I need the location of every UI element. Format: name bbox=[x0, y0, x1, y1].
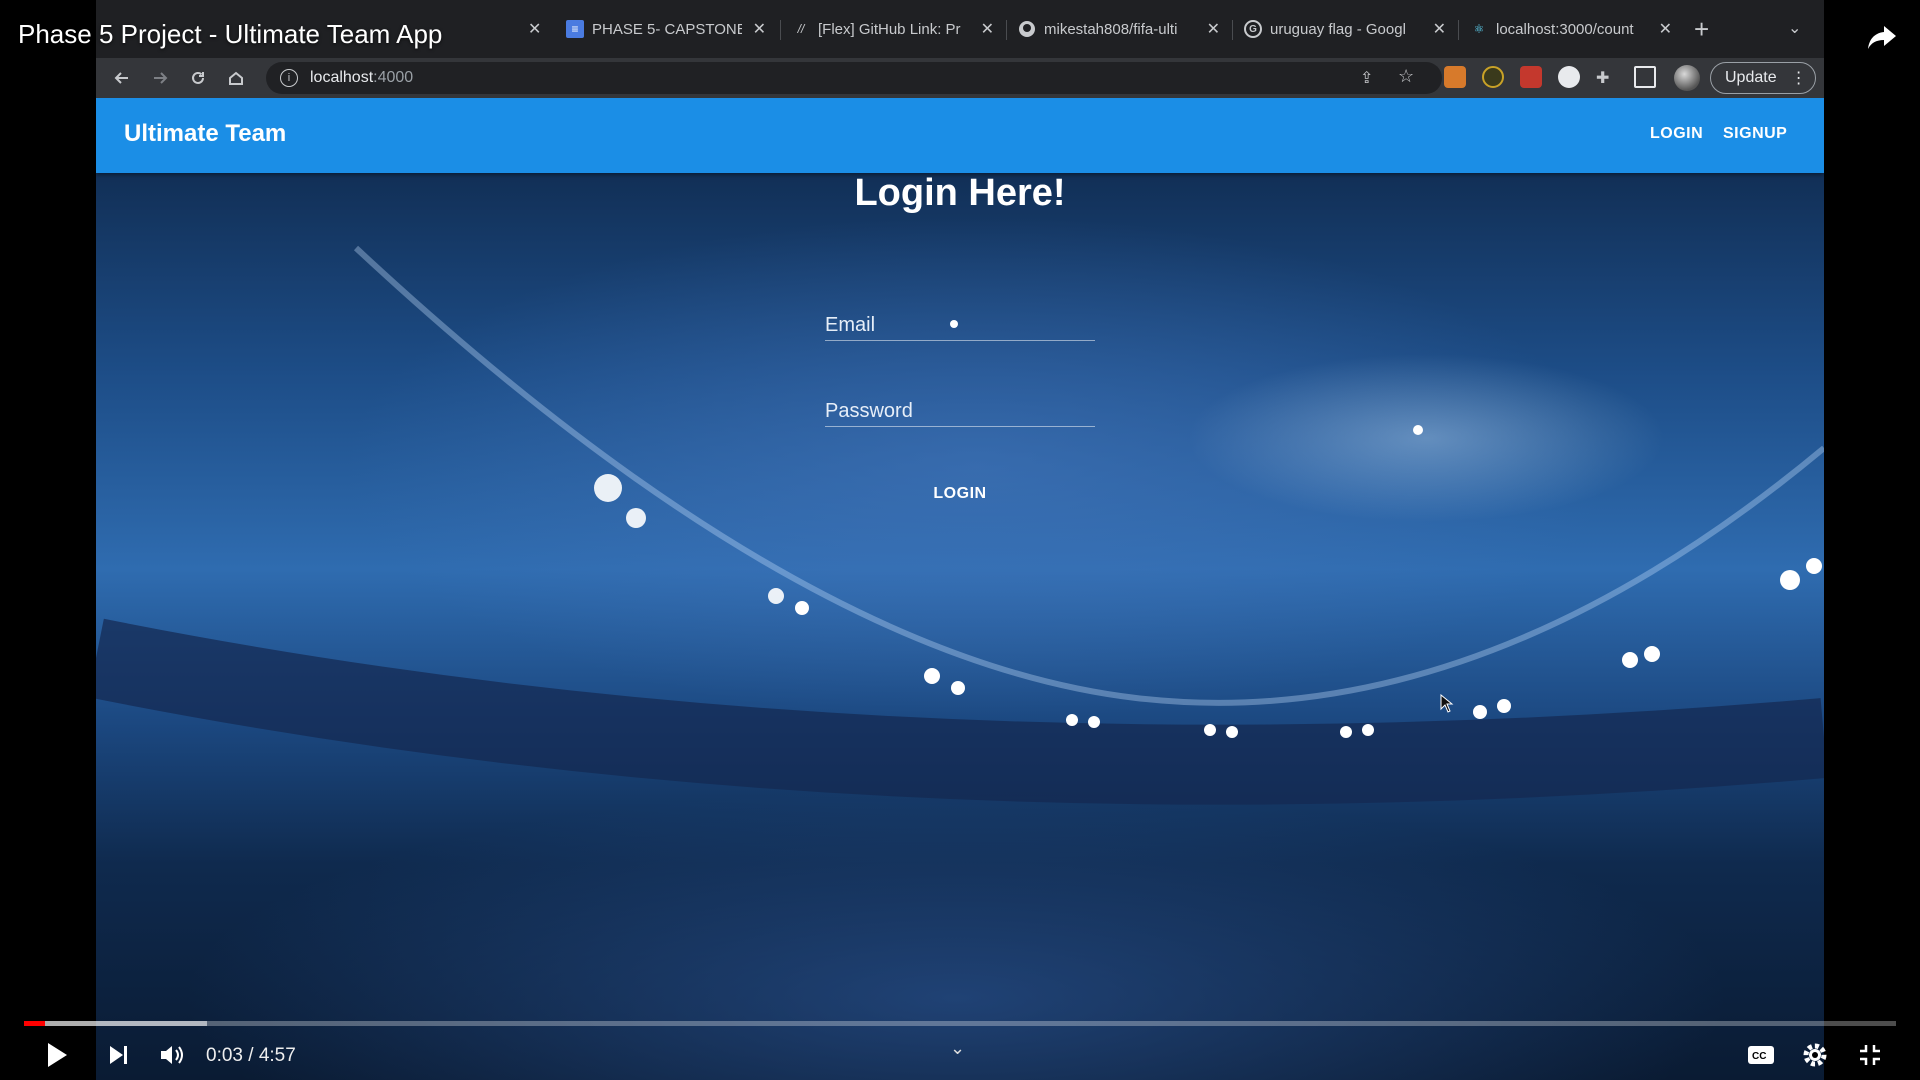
tab-localhost[interactable]: ⚛ localhost:3000/count ✕ bbox=[1460, 12, 1682, 46]
reload-icon[interactable] bbox=[184, 64, 212, 92]
next-video-icon[interactable] bbox=[104, 1040, 134, 1070]
tab-google[interactable]: G uruguay flag - Googl ✕ bbox=[1234, 12, 1456, 46]
progress-bar[interactable] bbox=[24, 1021, 1896, 1026]
puzzle-extensions-icon[interactable]: ✚ bbox=[1596, 68, 1609, 88]
close-icon[interactable]: ✕ bbox=[1207, 19, 1220, 39]
close-icon[interactable]: ✕ bbox=[528, 19, 541, 39]
tab-title: [Flex] GitHub Link: Pr bbox=[818, 20, 961, 38]
progress-buffered bbox=[24, 1021, 207, 1026]
tab-search-chevron-icon[interactable]: ⌄ bbox=[1788, 18, 1801, 38]
browser-toolbar: i localhost:4000 ⇪ ☆ ✚ Update ⋮ bbox=[96, 58, 1824, 98]
tab-flex[interactable]: // [Flex] GitHub Link: Pr ✕ bbox=[782, 12, 1004, 46]
player-controls: 0:03 / 4:57 ⌄ CC bbox=[0, 1030, 1920, 1080]
address-bar[interactable]: i localhost:4000 bbox=[266, 62, 1442, 94]
side-panel-icon[interactable] bbox=[1634, 66, 1656, 88]
mouse-cursor-icon bbox=[1440, 694, 1454, 713]
app-bar: Ultimate Team LOGIN SIGNUP bbox=[96, 98, 1824, 173]
forward-arrow-icon[interactable] bbox=[146, 64, 174, 92]
new-tab-plus-icon[interactable]: + bbox=[1694, 16, 1709, 42]
share-page-icon[interactable]: ⇪ bbox=[1360, 68, 1373, 88]
url-host: localhost bbox=[310, 69, 374, 86]
time-display: 0:03 / 4:57 bbox=[206, 1045, 296, 1067]
tab-phase5[interactable]: ≡ PHASE 5- CAPSTONE ✕ bbox=[556, 12, 776, 46]
profile-avatar[interactable] bbox=[1674, 65, 1700, 91]
tab-title: PHASE 5- CAPSTONE bbox=[592, 20, 742, 38]
current-time: 0:03 bbox=[206, 1045, 243, 1066]
nav-login-link[interactable]: LOGIN bbox=[1650, 125, 1703, 143]
web-app: Ultimate Team LOGIN SIGNUP Login Here! L… bbox=[96, 98, 1824, 1080]
password-field[interactable] bbox=[825, 376, 1095, 426]
app-brand[interactable]: Ultimate Team bbox=[124, 120, 286, 148]
google-icon: G bbox=[1244, 20, 1262, 38]
close-icon[interactable]: ✕ bbox=[981, 19, 994, 39]
url-port: :4000 bbox=[373, 69, 414, 86]
time-separator: / bbox=[248, 1045, 254, 1066]
video-title[interactable]: Phase 5 Project - Ultimate Team App bbox=[18, 19, 442, 50]
react-icon: ⚛ bbox=[1473, 22, 1485, 36]
email-field-wrapper bbox=[825, 290, 1095, 341]
docs-icon: ≡ bbox=[566, 20, 584, 38]
password-field-wrapper bbox=[825, 376, 1095, 427]
svg-text:CC: CC bbox=[1752, 1051, 1766, 1062]
tab-separator bbox=[1458, 20, 1459, 40]
login-submit-button[interactable]: LOGIN bbox=[920, 476, 1000, 512]
tab-title: uruguay flag - Googl bbox=[1270, 20, 1406, 38]
tab-title: localhost:3000/count bbox=[1496, 20, 1634, 38]
close-icon[interactable]: ✕ bbox=[753, 19, 766, 39]
close-icon[interactable]: ✕ bbox=[1433, 19, 1446, 39]
flex-icon: // bbox=[797, 22, 805, 36]
extension-icon[interactable] bbox=[1482, 66, 1504, 88]
tab-separator bbox=[780, 20, 781, 40]
duration: 4:57 bbox=[258, 1045, 296, 1066]
settings-gear-icon[interactable] bbox=[1800, 1040, 1830, 1070]
recorded-browser-window: ✕ ≡ PHASE 5- CAPSTONE ✕ // [Flex] GitHub… bbox=[96, 0, 1824, 1080]
metamask-extension-icon[interactable] bbox=[1444, 66, 1466, 88]
video-player[interactable]: ✕ ≡ PHASE 5- CAPSTONE ✕ // [Flex] GitHub… bbox=[0, 0, 1920, 1080]
home-icon[interactable] bbox=[222, 64, 250, 92]
extension-icon[interactable] bbox=[1558, 66, 1580, 88]
more-vert-icon: ⋮ bbox=[1790, 70, 1807, 87]
site-info-icon[interactable]: i bbox=[280, 69, 298, 87]
captions-icon[interactable]: CC bbox=[1746, 1040, 1776, 1070]
github-icon bbox=[1018, 20, 1036, 38]
tab-github[interactable]: mikestah808/fifa-ulti ✕ bbox=[1008, 12, 1230, 46]
nav-signup-link[interactable]: SIGNUP bbox=[1723, 125, 1787, 143]
extension-icon[interactable] bbox=[1520, 66, 1542, 88]
chevron-down-icon[interactable]: ⌄ bbox=[950, 1038, 965, 1059]
play-icon[interactable] bbox=[42, 1040, 72, 1070]
update-button[interactable]: Update ⋮ bbox=[1710, 62, 1816, 94]
page-title: Login Here! bbox=[854, 172, 1066, 214]
update-label: Update bbox=[1725, 69, 1777, 86]
email-field[interactable] bbox=[825, 290, 1095, 340]
tab-title: mikestah808/fifa-ulti bbox=[1044, 20, 1178, 38]
stadium-background bbox=[96, 98, 1824, 1080]
share-icon[interactable] bbox=[1864, 18, 1900, 54]
tab-separator bbox=[1006, 20, 1007, 40]
exit-fullscreen-icon[interactable] bbox=[1855, 1040, 1885, 1070]
tab-separator bbox=[1232, 20, 1233, 40]
progress-played bbox=[24, 1021, 45, 1026]
address-url: localhost:4000 bbox=[310, 69, 413, 87]
bookmark-star-icon[interactable]: ☆ bbox=[1398, 66, 1414, 87]
volume-icon[interactable] bbox=[157, 1040, 187, 1070]
close-icon[interactable]: ✕ bbox=[1659, 19, 1672, 39]
back-arrow-icon[interactable] bbox=[108, 64, 136, 92]
